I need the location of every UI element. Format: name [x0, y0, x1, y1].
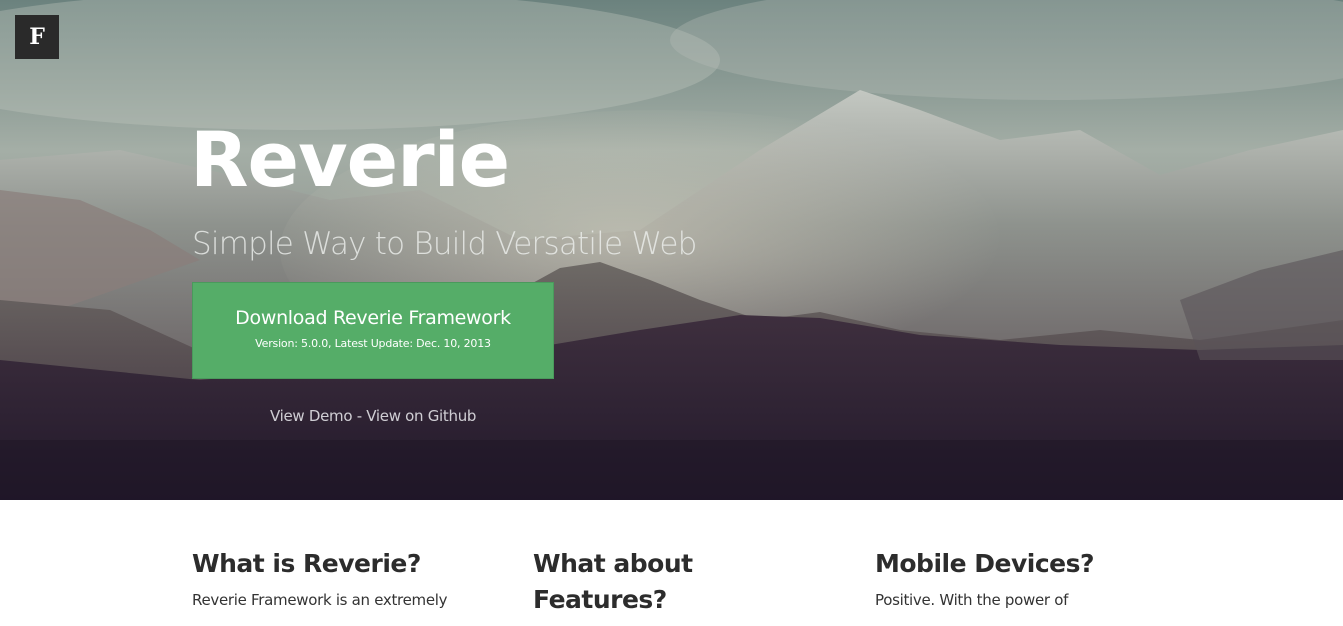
site-logo[interactable]: F	[15, 15, 59, 59]
view-demo-link[interactable]: View Demo	[270, 407, 353, 425]
feature-text: Reverie Framework is an extremely	[192, 591, 448, 609]
feature-heading-line: Features?	[533, 585, 667, 614]
feature-heading: What is Reverie?	[192, 549, 421, 578]
hero-title: Reverie	[190, 115, 510, 204]
view-on-github-link[interactable]: View on Github	[366, 407, 476, 425]
feature-column-what-is: What is Reverie? Reverie Framework is an…	[192, 546, 482, 612]
hero-subtitle: Simple Way to Build Versatile Web	[192, 226, 697, 262]
feature-column-features: What about Features?	[533, 546, 823, 618]
hero-banner: F Reverie Simple Way to Build Versatile …	[0, 0, 1343, 500]
download-button[interactable]: Download Reverie Framework Version: 5.0.…	[192, 282, 554, 379]
features-section: What is Reverie? Reverie Framework is an…	[0, 500, 1343, 626]
feature-text: Positive. With the power of	[875, 591, 1069, 609]
feature-column-mobile: Mobile Devices? Positive. With the power…	[875, 546, 1165, 612]
hero-links: View Demo - View on Github	[270, 404, 476, 428]
download-version-info: Version: 5.0.0, Latest Update: Dec. 10, …	[255, 337, 491, 350]
feature-heading-line: What about	[533, 549, 693, 578]
download-button-label: Download Reverie Framework	[235, 307, 511, 329]
feature-heading: Mobile Devices?	[875, 549, 1094, 578]
feature-heading: What about Features?	[533, 546, 823, 618]
link-separator: -	[352, 407, 367, 425]
